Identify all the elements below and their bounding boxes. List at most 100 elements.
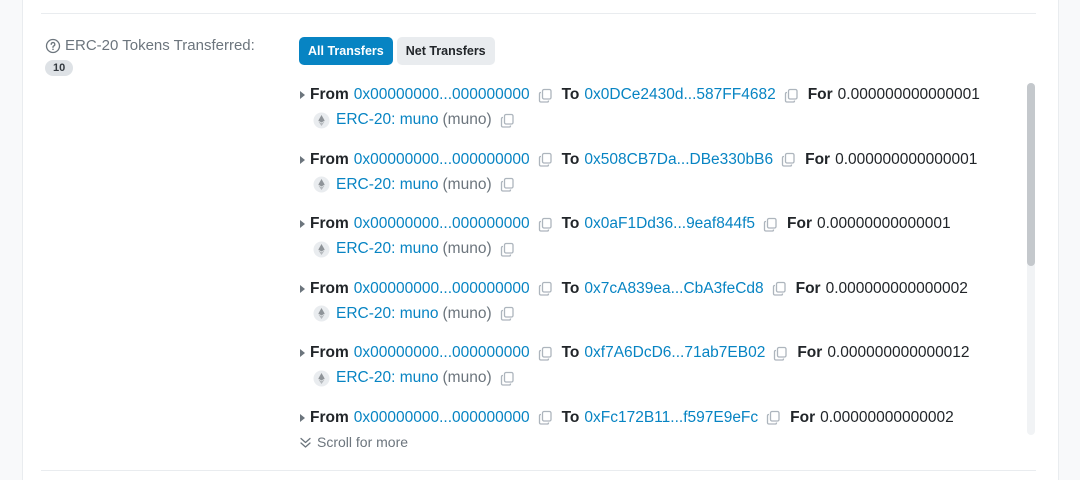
expand-caret-icon[interactable] xyxy=(300,284,305,293)
token-link[interactable]: ERC-20: muno xyxy=(336,111,439,129)
token-link[interactable]: ERC-20: muno xyxy=(336,176,439,194)
to-label: To xyxy=(561,344,580,362)
token-symbol: (muno) xyxy=(442,369,492,387)
ethereum-icon xyxy=(313,305,330,322)
transfer-amount: 0.000000000000001 xyxy=(835,150,978,168)
expand-caret-icon[interactable] xyxy=(300,413,305,422)
to-address-link[interactable]: 0x0aF1Dd36...9eaf844f5 xyxy=(584,215,755,233)
copy-icon[interactable] xyxy=(538,88,553,103)
for-label: For xyxy=(787,215,812,233)
transfer-amount: 0.000000000000012 xyxy=(827,344,970,362)
copy-icon[interactable] xyxy=(766,410,781,426)
from-address-link[interactable]: 0x00000000...000000000 xyxy=(354,215,530,233)
to-label: To xyxy=(561,215,580,233)
from-address-link[interactable]: 0x00000000...000000000 xyxy=(354,344,530,362)
copy-icon[interactable] xyxy=(773,346,788,361)
token-symbol: (muno) xyxy=(442,240,492,258)
double-chevron-down-icon xyxy=(299,436,312,449)
for-label: For xyxy=(805,150,831,168)
transfer-row: From 0x00000000...000000000 To 0xFc172B1… xyxy=(299,403,999,430)
copy-icon[interactable] xyxy=(500,242,515,257)
copy-icon[interactable] xyxy=(500,113,515,128)
expand-caret-icon[interactable] xyxy=(300,91,305,99)
to-address-link[interactable]: 0x0DCe2430d...587FF4682 xyxy=(584,86,775,104)
for-label: For xyxy=(797,344,823,362)
to-label: To xyxy=(561,408,580,426)
section-label-block: ERC-20 Tokens Transferred: 10 xyxy=(45,37,255,76)
scrollbar[interactable] xyxy=(1027,83,1035,435)
token-symbol: (muno) xyxy=(442,304,492,322)
tab-net-transfers[interactable]: Net Transfers xyxy=(396,37,495,65)
ethereum-icon xyxy=(313,241,330,258)
to-label: To xyxy=(561,279,580,297)
transfer-amount: 0.000000000000002 xyxy=(825,279,968,297)
from-label: From xyxy=(310,86,349,103)
token-transfers-card: ERC-20 Tokens Transferred: 10 All Transf… xyxy=(22,0,1059,480)
ethereum-icon xyxy=(313,176,330,193)
transfer-tabs: All Transfers Net Transfers xyxy=(299,37,495,65)
from-label: From xyxy=(310,279,349,297)
expand-caret-icon[interactable] xyxy=(300,155,305,164)
transfer-line: From 0x00000000...000000000 To 0x7cA839e… xyxy=(299,280,968,298)
token-line: ERC-20: muno (muno) xyxy=(313,240,524,258)
to-label: To xyxy=(561,86,580,103)
to-address-link[interactable]: 0x508CB7Da...DBe330bB6 xyxy=(584,151,773,169)
copy-icon[interactable] xyxy=(500,371,515,386)
copy-icon[interactable] xyxy=(538,281,553,296)
from-address-link[interactable]: 0x00000000...000000000 xyxy=(354,151,530,169)
token-link[interactable]: ERC-20: muno xyxy=(336,240,439,258)
token-symbol: (muno) xyxy=(442,111,492,128)
expand-caret-icon[interactable] xyxy=(300,349,305,358)
for-label: For xyxy=(807,86,833,103)
copy-icon[interactable] xyxy=(538,152,553,167)
copy-icon[interactable] xyxy=(538,346,553,361)
from-address-link[interactable]: 0x00000000...000000000 xyxy=(354,409,530,427)
transfer-amount: 0.000000000000001 xyxy=(837,86,980,103)
token-line: ERC-20: muno (muno) xyxy=(313,176,524,194)
copy-icon[interactable] xyxy=(500,177,515,192)
to-address-link[interactable]: 0xFc172B11...f597E9eFc xyxy=(584,409,758,427)
transfer-amount: 0.00000000000002 xyxy=(820,408,954,426)
token-line: ERC-20: muno (muno) xyxy=(313,111,524,129)
from-label: From xyxy=(310,150,349,168)
token-link[interactable]: ERC-20: muno xyxy=(336,369,439,387)
to-label: To xyxy=(561,150,580,168)
transfer-row: From 0x00000000...000000000 To 0x0DCe243… xyxy=(299,80,999,145)
tab-all-transfers[interactable]: All Transfers xyxy=(299,37,393,65)
token-line: ERC-20: muno (muno) xyxy=(313,369,524,387)
transfer-list[interactable]: From 0x00000000...000000000 To 0x0DCe243… xyxy=(299,80,999,430)
from-label: From xyxy=(310,408,349,426)
section-label-row: ERC-20 Tokens Transferred: xyxy=(45,37,255,54)
token-line: ERC-20: muno (muno) xyxy=(313,305,524,323)
expand-caret-icon[interactable] xyxy=(300,220,305,229)
scrollbar-thumb[interactable] xyxy=(1027,83,1035,266)
transfer-line: From 0x00000000...000000000 To 0xFc172B1… xyxy=(299,409,954,427)
copy-icon[interactable] xyxy=(763,217,778,232)
divider-bottom xyxy=(41,470,1036,471)
to-address-link[interactable]: 0xf7A6DcD6...71ab7EB02 xyxy=(584,344,765,362)
token-symbol: (muno) xyxy=(442,175,492,193)
copy-icon[interactable] xyxy=(538,410,553,426)
copy-icon[interactable] xyxy=(772,281,787,296)
to-address-link[interactable]: 0x7cA839ea...CbA3feCd8 xyxy=(584,280,763,298)
ethereum-icon xyxy=(313,370,330,387)
for-label: For xyxy=(795,279,821,297)
token-link[interactable]: ERC-20: muno xyxy=(336,305,439,323)
for-label: For xyxy=(790,408,816,426)
transfer-row: From 0x00000000...000000000 To 0x0aF1Dd3… xyxy=(299,209,999,274)
scroll-for-more: Scroll for more xyxy=(299,434,408,450)
copy-icon[interactable] xyxy=(784,88,799,103)
transfer-row: From 0x00000000...000000000 To 0x508CB7D… xyxy=(299,145,999,210)
from-label: From xyxy=(310,344,349,362)
transfer-row: From 0x00000000...000000000 To 0x7cA839e… xyxy=(299,274,999,339)
from-address-link[interactable]: 0x00000000...000000000 xyxy=(354,86,530,104)
transfer-row: From 0x00000000...000000000 To 0xf7A6DcD… xyxy=(299,338,999,403)
transfer-count-badge: 10 xyxy=(45,60,74,76)
transfer-line: From 0x00000000...000000000 To 0x0aF1Dd3… xyxy=(299,215,951,233)
copy-icon[interactable] xyxy=(500,306,515,321)
question-circle-icon[interactable] xyxy=(45,38,61,54)
copy-icon[interactable] xyxy=(781,152,796,167)
ethereum-icon xyxy=(313,112,330,129)
copy-icon[interactable] xyxy=(538,217,553,232)
from-address-link[interactable]: 0x00000000...000000000 xyxy=(354,280,530,298)
